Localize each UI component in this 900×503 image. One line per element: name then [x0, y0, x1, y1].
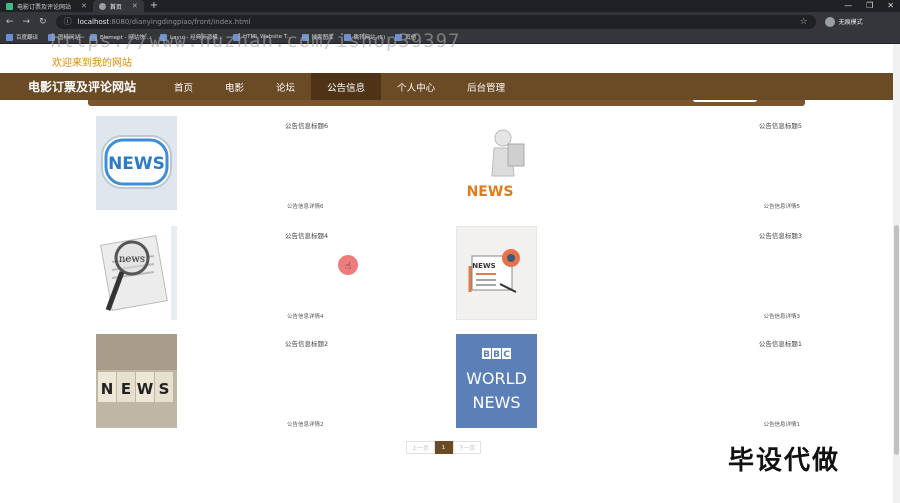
bookmark-item[interactable]: 百度翻译 — [6, 33, 38, 41]
overlay-caption: 毕设代做 — [728, 446, 841, 476]
svg-text:B: B — [493, 350, 500, 360]
pagination: 上一页 1 下一页 — [406, 441, 482, 454]
notice-card[interactable]: NEWS 公告信息标题3 公告信息详情3 — [450, 222, 802, 324]
svg-text:C: C — [503, 350, 510, 360]
svg-text:W: W — [137, 380, 154, 398]
url-input[interactable]: ⓘ localhost:8080/dianyingdingpiao/front/… — [55, 14, 816, 29]
tab-close-icon[interactable]: ✕ — [81, 2, 87, 10]
globe-favicon-icon — [98, 2, 106, 10]
browser-tabbar: 电影订票及评论网站 ✕ 首页 ✕ + — ❐ ✕ — [0, 0, 900, 12]
vue-favicon-icon — [6, 2, 13, 10]
nav-profile[interactable]: 个人中心 — [381, 73, 451, 100]
welcome-text: 欢迎来到我的网站 — [52, 58, 132, 69]
page-number-button[interactable]: 1 — [434, 441, 453, 454]
bookmark-icon — [343, 33, 351, 41]
svg-text:NEWS: NEWS — [472, 262, 495, 270]
svg-text:N: N — [101, 380, 114, 398]
nav-movies[interactable]: 电影 — [209, 73, 260, 100]
bookmark-item[interactable]: Layui - 经典开源模... — [160, 33, 223, 41]
bookmark-item[interactable]: HTML Website T... — [232, 33, 292, 41]
svg-text:NEWS: NEWS — [108, 154, 165, 174]
hand-cursor-icon: ☝ — [345, 261, 352, 272]
notice-detail: 公告信息详情3 — [763, 314, 801, 320]
minimize-icon[interactable]: — — [844, 0, 852, 12]
back-icon[interactable]: ← — [6, 17, 14, 27]
notice-card[interactable]: NEWS 公告信息标题6 公告信息详情6 — [90, 112, 440, 214]
notice-title[interactable]: 公告信息标题1 — [759, 338, 802, 348]
address-bar: ← → ↻ ⓘ localhost:8080/dianyingdingpiao/… — [0, 12, 900, 31]
bookmark-item[interactable]: 图标网站 — [48, 33, 80, 41]
notice-detail: 公告信息详情6 — [287, 204, 324, 210]
maximize-icon[interactable]: ❐ — [866, 0, 873, 12]
news-blocks-image[interactable]: N E W S — [96, 334, 177, 428]
scrollbar-thumb[interactable] — [894, 225, 899, 455]
svg-text:news: news — [119, 254, 145, 265]
browser-tab-1[interactable]: 电影订票及评论网站 ✕ — [0, 0, 93, 12]
nav-forum[interactable]: 论坛 — [260, 73, 311, 100]
svg-text:NEWS: NEWS — [467, 184, 514, 200]
bookmark-item[interactable]: 其他 — [395, 33, 416, 41]
news-magnifier-image[interactable]: news — [96, 226, 177, 320]
notice-detail: 公告信息详情2 — [287, 422, 324, 428]
site-brand: 电影订票及评论网站 — [28, 80, 137, 94]
news-flat-image[interactable]: NEWS — [456, 226, 537, 320]
notice-card[interactable]: B B C WORLD NEWS 公告信息标题1 公告信息详情1 — [450, 330, 802, 432]
prev-page-button[interactable]: 上一页 — [406, 441, 435, 454]
tab-close-icon[interactable]: ✕ — [132, 2, 138, 10]
profile-label: 无痕模式 — [838, 19, 863, 26]
bookmark-item[interactable]: 搜索图库 — [301, 33, 334, 41]
bookmark-icon — [48, 33, 56, 41]
incognito-profile[interactable]: 无痕模式 — [824, 16, 863, 27]
nav-home[interactable]: 首页 — [158, 73, 209, 100]
next-page-button[interactable]: 下一页 — [452, 441, 482, 454]
svg-text:B: B — [483, 350, 490, 360]
notice-card[interactable]: NEWS 公告信息标题5 公告信息详情5 — [450, 112, 802, 214]
svg-text:WORLD: WORLD — [466, 369, 527, 388]
svg-text:E: E — [121, 380, 131, 398]
notice-title[interactable]: 公告信息标题5 — [759, 120, 802, 130]
tab-label: 电影订票及评论网站 — [17, 3, 72, 11]
bookmark-star-icon[interactable]: ☆ — [800, 17, 808, 27]
notice-detail: 公告信息详情4 — [287, 314, 324, 320]
bookmark-icon — [90, 33, 98, 41]
bookmarks-bar: 百度翻译 图标网站 Element - 网站快... Layui - 经典开源模… — [0, 31, 900, 44]
reload-icon[interactable]: ↻ — [39, 17, 47, 27]
bbc-world-news-image[interactable]: B B C WORLD NEWS — [456, 334, 537, 428]
url-text: localhost:8080/dianyingdingpiao/front/in… — [77, 17, 251, 26]
nav-admin[interactable]: 后台管理 — [451, 73, 521, 100]
tab-label: 首页 — [109, 3, 122, 11]
notice-title[interactable]: 公告信息标题4 — [285, 230, 328, 240]
window-controls: — ❐ ✕ — [844, 0, 894, 12]
bookmark-item[interactable]: 跳转网站 (5) — [343, 33, 385, 41]
notice-title[interactable]: 公告信息标题3 — [759, 230, 802, 240]
notice-card[interactable]: N E W S 公告信息标题2 公告信息详情2 — [90, 330, 440, 432]
bookmark-icon — [301, 33, 309, 41]
bookmark-icon — [160, 33, 168, 41]
nav-notices[interactable]: 公告信息 — [311, 73, 382, 100]
news-bubble-image[interactable]: NEWS — [96, 116, 177, 210]
news-figure-image[interactable]: NEWS — [456, 116, 537, 210]
site-info-icon[interactable]: ⓘ — [64, 16, 72, 27]
incognito-icon — [824, 16, 835, 27]
bookmark-icon — [6, 33, 13, 41]
site-nav: 电影订票及评论网站 首页 电影 论坛 公告信息 个人中心 后台管理 — [0, 73, 900, 100]
new-tab-icon[interactable]: + — [144, 0, 164, 12]
svg-text:NEWS: NEWS — [472, 393, 520, 412]
svg-text:S: S — [159, 380, 170, 398]
notice-card[interactable]: news 公告信息标题4 公告信息详情4 — [90, 222, 440, 324]
bookmark-item[interactable]: Element - 网站快... — [90, 33, 150, 41]
folder-icon — [395, 33, 403, 41]
notice-detail: 公告信息详情1 — [763, 422, 801, 428]
notice-title[interactable]: 公告信息标题2 — [285, 338, 328, 348]
bookmark-icon — [232, 33, 240, 41]
browser-tab-2[interactable]: 首页 ✕ — [92, 0, 144, 12]
close-window-icon[interactable]: ✕ — [887, 0, 894, 12]
forward-icon[interactable]: → — [23, 17, 31, 27]
notice-title[interactable]: 公告信息标题6 — [285, 120, 328, 130]
notice-detail: 公告信息详情5 — [763, 204, 801, 210]
